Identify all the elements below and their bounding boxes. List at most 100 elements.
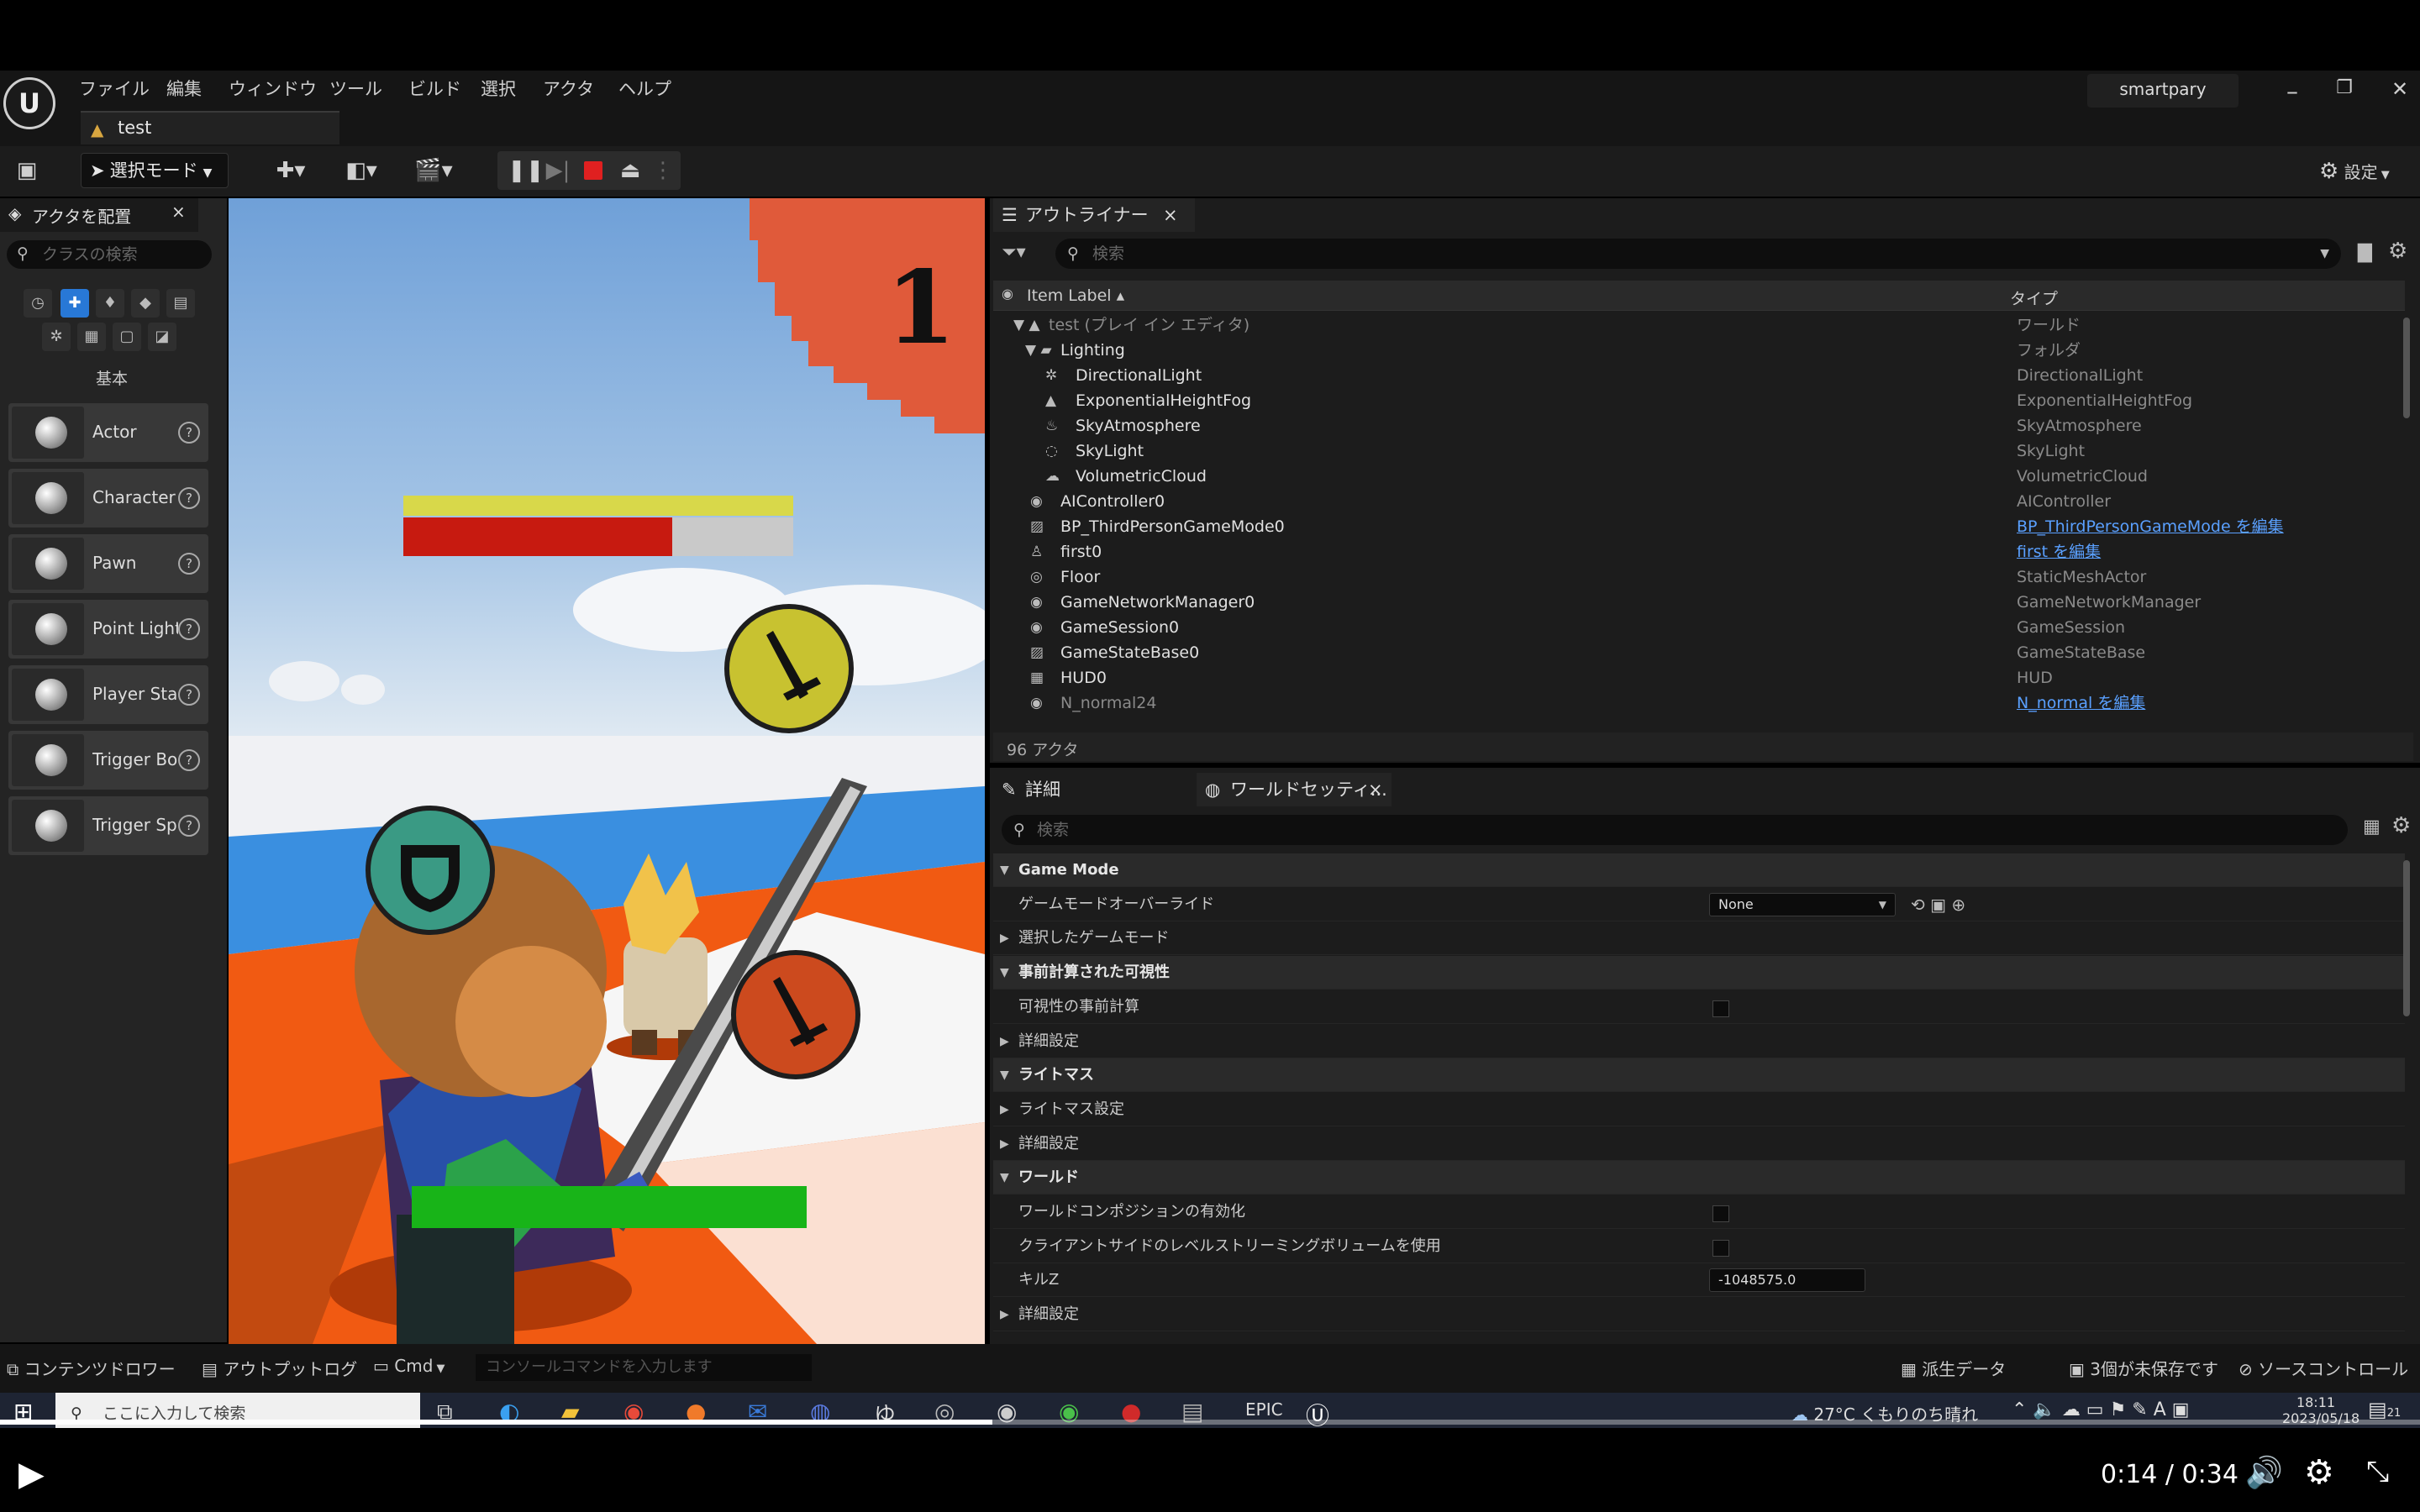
cinematic-icon[interactable]: ▤ [166,289,195,318]
basic-category-icon[interactable]: ✚ [60,289,89,318]
collapse-arrow-icon[interactable]: ▶ [1000,1025,1009,1058]
help-icon[interactable]: ? [178,815,200,837]
outliner-row[interactable]: ▨ BP_ThirdPersonGameMode0 BP_ThirdPersonGa… [993,514,2413,539]
outliner-row[interactable]: ◎ Floor StaticMeshActor [993,564,2413,590]
unreal-logo-icon[interactable]: U [3,77,55,129]
property-row[interactable]: ▶ 選択したゲームモード [993,921,2405,956]
gear-icon[interactable]: ⚙ [2304,1453,2334,1492]
play-icon[interactable]: ▶ [18,1455,45,1494]
derived-data-button[interactable]: ▦ 派生データ [1901,1356,2006,1380]
geometry-icon[interactable]: ▢ [113,323,141,351]
collapse-arrow-icon[interactable]: ▶ [1000,1093,1009,1126]
help-icon[interactable]: ? [178,487,200,509]
outliner-tab[interactable]: ☰ アウトライナー × [993,198,1195,232]
property-row[interactable]: ▶ 詳細設定 [993,1298,2405,1332]
shapes-icon[interactable]: ◆ [131,289,160,318]
actor-item-pawn[interactable]: Pawn? [8,534,208,593]
exit-fullscreen-icon[interactable]: ⤡ [2366,1455,2389,1488]
eject-icon[interactable]: ⏏ [615,153,645,188]
outliner-row[interactable]: ◉ GameNetworkManager0 GameNetworkManager [993,590,2413,615]
restore-icon[interactable]: ❐ [2328,77,2361,98]
menu-tools[interactable]: ツール [329,76,382,101]
visibility-icon[interactable]: ◉ [1002,286,1013,302]
console-input[interactable]: コンソールコマンドを入力します [476,1354,812,1381]
gear-icon[interactable]: ⚙ [2391,813,2411,838]
outliner-item-type[interactable]: N_normal を編集 [2017,690,2145,716]
more-icon[interactable]: ⋮ [652,153,674,188]
recent-icon[interactable]: ◷ [24,289,52,318]
menu-build[interactable]: ビルド [408,76,461,101]
volume-icon[interactable]: 🔊 [2245,1455,2283,1490]
menu-select[interactable]: 選択 [481,76,516,101]
details-tab[interactable]: ✎ 詳細 [993,773,1195,806]
help-icon[interactable]: ? [178,422,200,444]
collapse-arrow-icon[interactable]: ▶ [1000,1127,1009,1161]
menu-actor[interactable]: アクタ [543,76,594,101]
volumes-icon[interactable]: ▦ [77,323,106,351]
expand-arrow-icon[interactable]: ▼ [1000,1058,1009,1092]
lights-icon[interactable]: ♦ [96,289,124,318]
help-icon[interactable]: ? [178,749,200,771]
level-tab[interactable]: ▲ test [81,111,339,144]
outliner-row[interactable]: ♨ SkyAtmosphere SkyAtmosphere [993,413,2413,438]
notification-button[interactable]: ▤21 [2368,1398,2401,1421]
menu-edit[interactable]: 編集 [166,76,202,101]
unreal-taskbar-icon[interactable]: Ⓤ [1306,1398,1329,1431]
game-mode-select[interactable]: None ▼ [1709,892,1896,916]
chevron-down-icon[interactable]: ▼ [2320,239,2329,269]
property-category[interactable]: ▼ 事前計算された可視性 [993,956,2405,990]
tray-icons[interactable]: ⌃ 🔈 ☁ ▭ ⚑ ✎ A ▣ [2012,1399,2190,1420]
outliner-row[interactable]: ▼ ▲ test (プレイ イン エディタ) ワールド [993,312,2413,338]
actor-item-player-start[interactable]: Player Star? [8,665,208,724]
property-row[interactable]: ▶ 詳細設定 [993,1025,2405,1058]
close-icon[interactable]: × [1368,773,1383,806]
outliner-row[interactable]: ◉ N_normal24 N_normal を編集 [993,690,2413,716]
outliner-row[interactable]: ◌ SkyLight SkyLight [993,438,2413,464]
mode-select[interactable]: ➤ 選択モード ▼ [81,153,229,188]
outliner-row[interactable]: ◉ AIController0 AIController [993,489,2413,514]
visual-effects-icon[interactable]: ✲ [42,323,71,351]
property-row[interactable]: ▶ 詳細設定 [993,1127,2405,1161]
outliner-item-type[interactable]: BP_ThirdPersonGameMode を編集 [2017,514,2284,539]
outliner-item-type[interactable]: first を編集 [2017,539,2101,564]
stop-icon[interactable] [584,161,602,180]
unsaved-button[interactable]: ▣ 3個が未保存です [2069,1356,2218,1380]
outliner-row[interactable]: ▦ HUD0 HUD [993,665,2413,690]
expand-arrow-icon[interactable]: ▼ [1000,956,1009,990]
property-row[interactable]: ▶ ライトマス設定 [993,1093,2405,1126]
details-search-input[interactable]: ⚲ 検索 [1002,815,2348,845]
grid-icon[interactable]: ▦ [2363,816,2381,837]
outliner-scrollbar[interactable] [2403,318,2410,418]
outliner-search-input[interactable]: ⚲ 検索 ▼ [1055,239,2341,269]
place-actors-tab[interactable]: ◈ アクタを配置 × [0,198,198,232]
content-drawer-button[interactable]: ⧉ コンテンツドロワー [7,1356,176,1380]
help-icon[interactable]: ? [178,553,200,575]
class-search-input[interactable]: ⚲ クラスの検索 [7,240,212,269]
browse-icons[interactable]: ⟲ ▣ ⊕ [1911,888,1965,921]
property-checkbox[interactable] [1712,1239,1729,1257]
close-window-icon[interactable]: ✕ [2383,77,2417,101]
close-icon[interactable]: × [171,202,186,222]
epic-launcher-icon[interactable]: EPIC [1245,1399,1283,1420]
menu-file[interactable]: ファイル [79,76,150,101]
outliner-row[interactable]: ✲ DirectionalLight DirectionalLight [993,363,2413,388]
add-folder-icon[interactable]: ▇ [2358,242,2372,263]
actor-item-character[interactable]: Character? [8,469,208,528]
expand-arrow-icon[interactable]: ▼ [1000,853,1009,887]
minimize-icon[interactable]: – [2275,77,2309,105]
actor-item-trigger-box[interactable]: Trigger Bo? [8,731,208,790]
user-label[interactable]: smartpary [2087,74,2238,108]
source-control-button[interactable]: ⊘ ソースコントロール [2238,1356,2408,1380]
actor-item-actor[interactable]: Actor? [8,403,208,462]
actor-item-point-light[interactable]: Point Light? [8,600,208,659]
step-icon[interactable]: ▶| [543,153,573,188]
collapse-arrow-icon[interactable]: ▶ [1000,921,1009,955]
property-category[interactable]: ▼ Game Mode [993,853,2405,887]
all-classes-icon[interactable]: ◪ [148,323,176,351]
column-item-label[interactable]: Item Label ▴ [1027,286,1124,305]
filter-icon[interactable]: ⏷▾ [1002,242,1026,263]
world-settings-tab[interactable]: ◍ ワールドセッティ... × [1197,773,1392,806]
outliner-row[interactable]: ☁ VolumetricCloud VolumetricCloud [993,464,2413,489]
video-progress-bar[interactable] [0,1420,2420,1425]
pause-icon[interactable]: ❚❚ [508,153,544,188]
